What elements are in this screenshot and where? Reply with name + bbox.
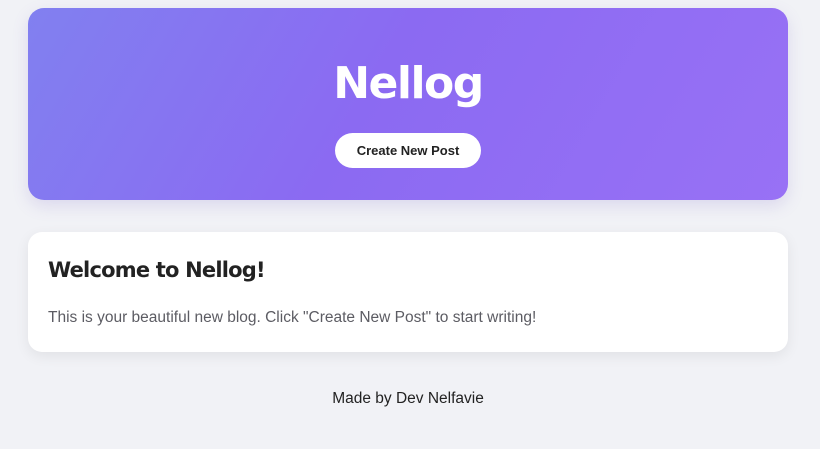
footer-credit: Made by Dev Nelfavie bbox=[332, 390, 484, 407]
welcome-title: Welcome to Nellog! bbox=[48, 258, 266, 282]
page: Nellog Create New Post Welcome to Nellog… bbox=[0, 0, 820, 449]
welcome-card: Welcome to Nellog! This is your beautifu… bbox=[28, 232, 788, 352]
create-new-post-button[interactable]: Create New Post bbox=[335, 133, 481, 168]
site-title: Nellog bbox=[333, 58, 484, 109]
header-banner: Nellog Create New Post bbox=[28, 8, 788, 200]
welcome-text: This is your beautiful new blog. Click "… bbox=[48, 309, 537, 326]
